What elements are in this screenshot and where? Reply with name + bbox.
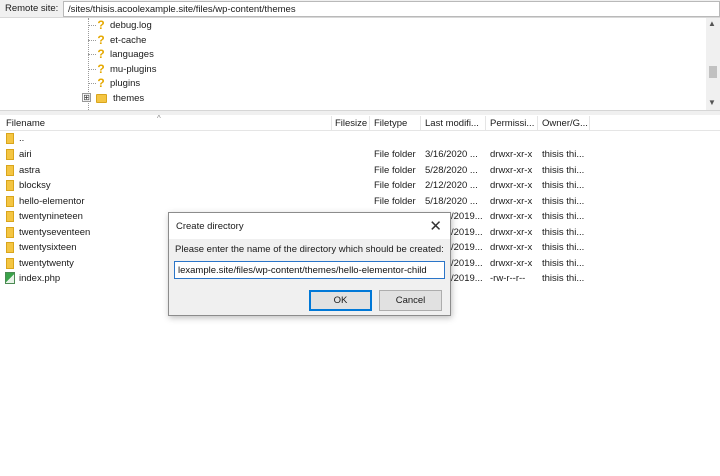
directory-name-input[interactable] <box>174 261 445 279</box>
remote-directory-tree: ? debug.log ? et-cache ? languages ? mu-… <box>0 18 720 110</box>
file-owner: thisis thi... <box>542 273 585 284</box>
file-name: twentytwenty <box>19 258 74 269</box>
dialog-title: Create directory <box>176 221 244 232</box>
tree-item[interactable]: ? languages <box>96 47 154 62</box>
tree-item-label: mu-plugins <box>110 64 157 75</box>
expand-toggle-icon[interactable]: ⊞ <box>82 93 91 102</box>
file-name: astra <box>19 165 41 176</box>
folder-icon <box>6 165 14 176</box>
file-permissions: drwxr-xr-x <box>490 211 533 222</box>
dialog-titlebar: Create directory ✕ <box>169 213 450 239</box>
folder-icon <box>6 180 14 191</box>
folder-icon <box>6 196 14 207</box>
file-permissions: -rw-r--r-- <box>490 273 526 284</box>
file-modified: 5/18/2020 ... <box>425 196 478 207</box>
file-permissions: drwxr-xr-x <box>490 242 533 253</box>
dialog-message: Please enter the name of the directory w… <box>175 244 444 255</box>
file-name: twentyseventeen <box>19 227 91 238</box>
scroll-up-icon[interactable]: ▲ <box>708 19 716 28</box>
folder-icon <box>6 149 14 160</box>
file-owner: thisis thi... <box>542 165 585 176</box>
folder-icon <box>6 258 14 269</box>
scroll-down-icon[interactable]: ▼ <box>708 98 716 107</box>
file-owner: thisis thi... <box>542 227 585 238</box>
column-permissions[interactable]: Permissi... <box>490 118 534 129</box>
file-row[interactable]: astra File folder 5/28/2020 ... drwxr-xr… <box>0 163 720 179</box>
file-name: blocksy <box>19 180 51 191</box>
php-file-icon <box>5 272 15 284</box>
file-permissions: drwxr-xr-x <box>490 180 533 191</box>
tree-item-themes[interactable]: themes <box>96 91 144 106</box>
column-filename[interactable]: Filename <box>6 118 45 129</box>
file-owner: thisis thi... <box>542 180 585 191</box>
file-type: File folder <box>374 180 416 191</box>
column-filesize[interactable]: Filesize <box>335 118 367 129</box>
folder-icon <box>6 227 14 238</box>
file-permissions: drwxr-xr-x <box>490 196 533 207</box>
column-filetype[interactable]: Filetype <box>374 118 407 129</box>
file-owner: thisis thi... <box>542 149 585 160</box>
folder-icon <box>6 211 14 222</box>
file-modified: /2019... <box>451 242 483 253</box>
tree-item[interactable]: ? debug.log <box>96 18 152 33</box>
tree-item[interactable]: ? et-cache <box>96 33 146 48</box>
question-icon: ? <box>97 33 105 47</box>
file-list-header: Filename ^ Filesize Filetype Last modifi… <box>0 114 720 131</box>
file-modified: 5/28/2020 ... <box>425 165 478 176</box>
file-type: File folder <box>374 196 416 207</box>
tree-item[interactable]: ? mu-plugins <box>96 62 156 77</box>
file-permissions: drwxr-xr-x <box>490 227 533 238</box>
file-owner: thisis thi... <box>542 242 585 253</box>
column-owner[interactable]: Owner/G... <box>542 118 588 129</box>
folder-icon <box>96 94 107 103</box>
file-row[interactable]: airi File folder 3/16/2020 ... drwxr-xr-… <box>0 147 720 163</box>
create-directory-dialog: Create directory ✕ Please enter the name… <box>168 212 451 316</box>
ok-button[interactable]: OK <box>309 290 372 311</box>
file-name: twentynineteen <box>19 211 83 222</box>
file-name: hello-elementor <box>19 196 85 207</box>
tree-item-label: plugins <box>110 78 141 89</box>
question-icon: ? <box>97 47 105 61</box>
file-modified: /2019... <box>451 227 483 238</box>
file-row[interactable]: .. <box>0 131 720 147</box>
question-icon: ? <box>97 62 105 76</box>
column-last-modified[interactable]: Last modifi... <box>425 118 479 129</box>
file-owner: thisis thi... <box>542 211 585 222</box>
file-name: airi <box>19 149 32 160</box>
file-modified: /2019... <box>451 258 483 269</box>
question-icon: ? <box>97 76 105 90</box>
folder-icon <box>6 242 14 253</box>
file-row[interactable]: blocksy File folder 2/12/2020 ... drwxr-… <box>0 178 720 194</box>
file-permissions: drwxr-xr-x <box>490 258 533 269</box>
remote-site-label: Remote site: <box>5 3 59 14</box>
file-type: File folder <box>374 149 416 160</box>
file-type: File folder <box>374 165 416 176</box>
tree-item[interactable]: ? plugins <box>96 76 140 91</box>
remote-path-input[interactable]: /sites/thisis.acoolexample.site/files/wp… <box>63 1 720 17</box>
tree-item-label: languages <box>110 49 154 60</box>
tree-item-label: et-cache <box>110 35 147 46</box>
file-modified: 2/12/2020 ... <box>425 180 478 191</box>
file-modified: 3/16/2020 ... <box>425 149 478 160</box>
file-name: .. <box>19 133 25 144</box>
file-row[interactable]: hello-elementor File folder 5/18/2020 ..… <box>0 194 720 210</box>
cancel-button[interactable]: Cancel <box>379 290 442 311</box>
scrollbar-thumb[interactable] <box>709 66 717 78</box>
remote-site-bar: Remote site: /sites/thisis.acoolexample.… <box>0 0 720 18</box>
file-name: twentysixteen <box>19 242 77 253</box>
file-owner: thisis thi... <box>542 196 585 207</box>
question-icon: ? <box>97 18 105 32</box>
folder-icon <box>6 133 14 144</box>
close-icon[interactable]: ✕ <box>429 217 442 235</box>
tree-item-label: themes <box>113 93 145 104</box>
sort-indicator-icon: ^ <box>157 114 161 123</box>
file-modified: /2019... <box>451 273 483 284</box>
file-permissions: drwxr-xr-x <box>490 149 533 160</box>
file-name: index.php <box>19 273 61 284</box>
file-permissions: drwxr-xr-x <box>490 165 533 176</box>
file-owner: thisis thi... <box>542 258 585 269</box>
tree-item-label: debug.log <box>110 20 152 31</box>
file-modified: /2019... <box>451 211 483 222</box>
tree-scrollbar[interactable]: ▲ ▼ <box>706 18 720 110</box>
